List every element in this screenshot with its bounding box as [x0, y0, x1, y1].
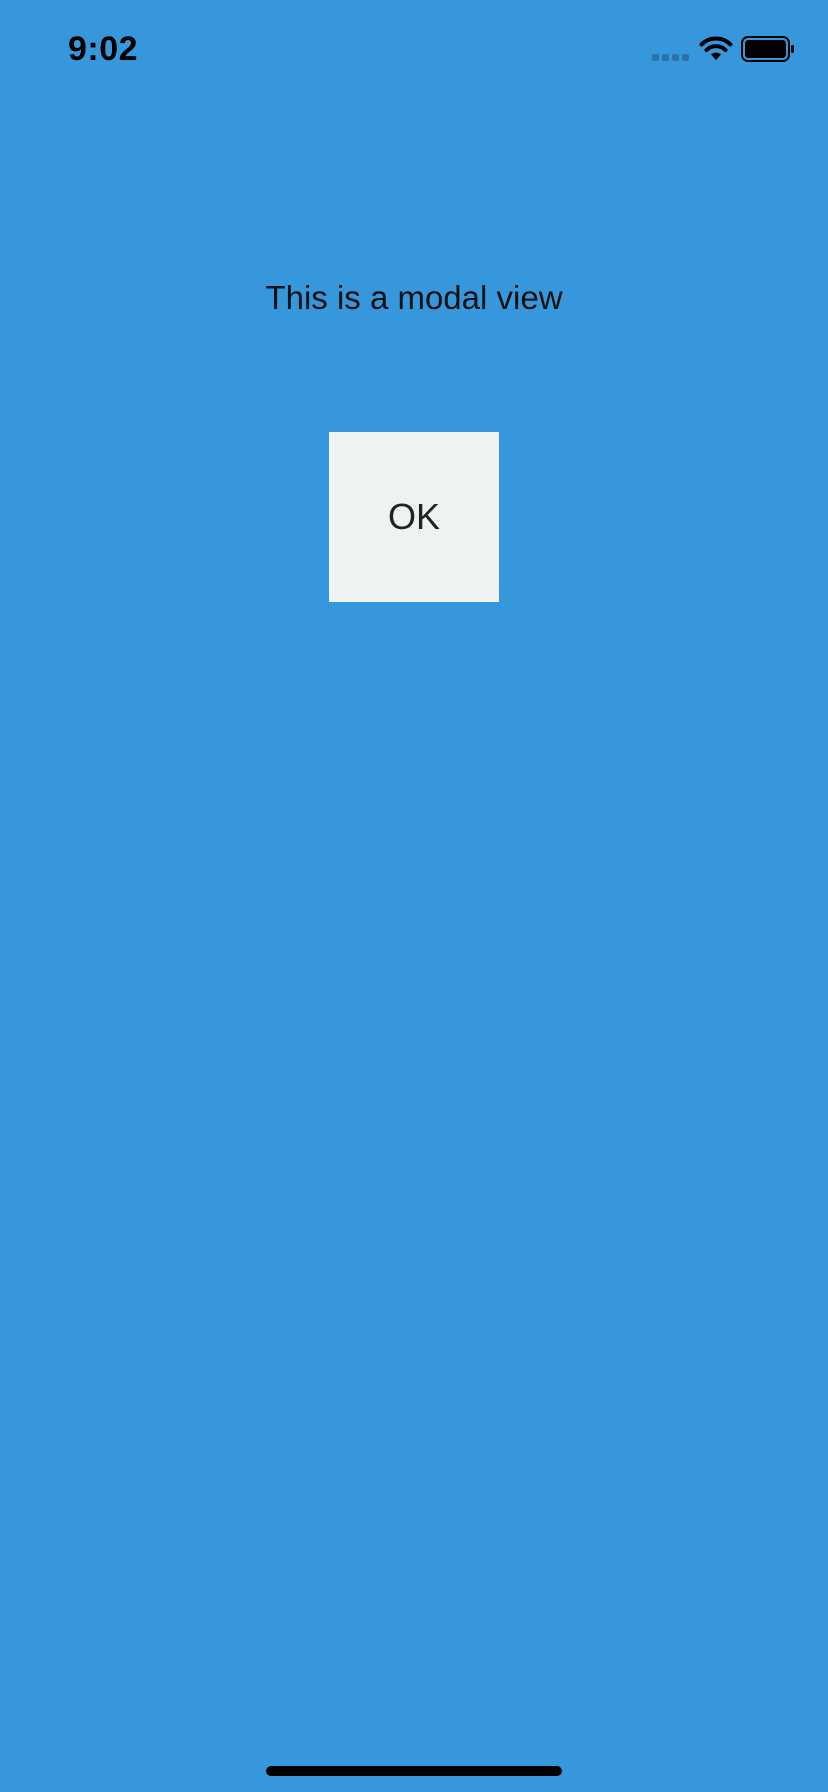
ok-button[interactable]: OK	[329, 432, 499, 602]
modal-message: This is a modal view	[265, 279, 563, 316]
battery-icon	[741, 36, 794, 62]
cellular-signal-icon	[652, 54, 689, 61]
wifi-icon	[699, 36, 733, 60]
status-time: 9:02	[68, 30, 139, 68]
home-indicator[interactable]	[266, 1766, 562, 1776]
status-bar: 9:02	[0, 0, 828, 100]
